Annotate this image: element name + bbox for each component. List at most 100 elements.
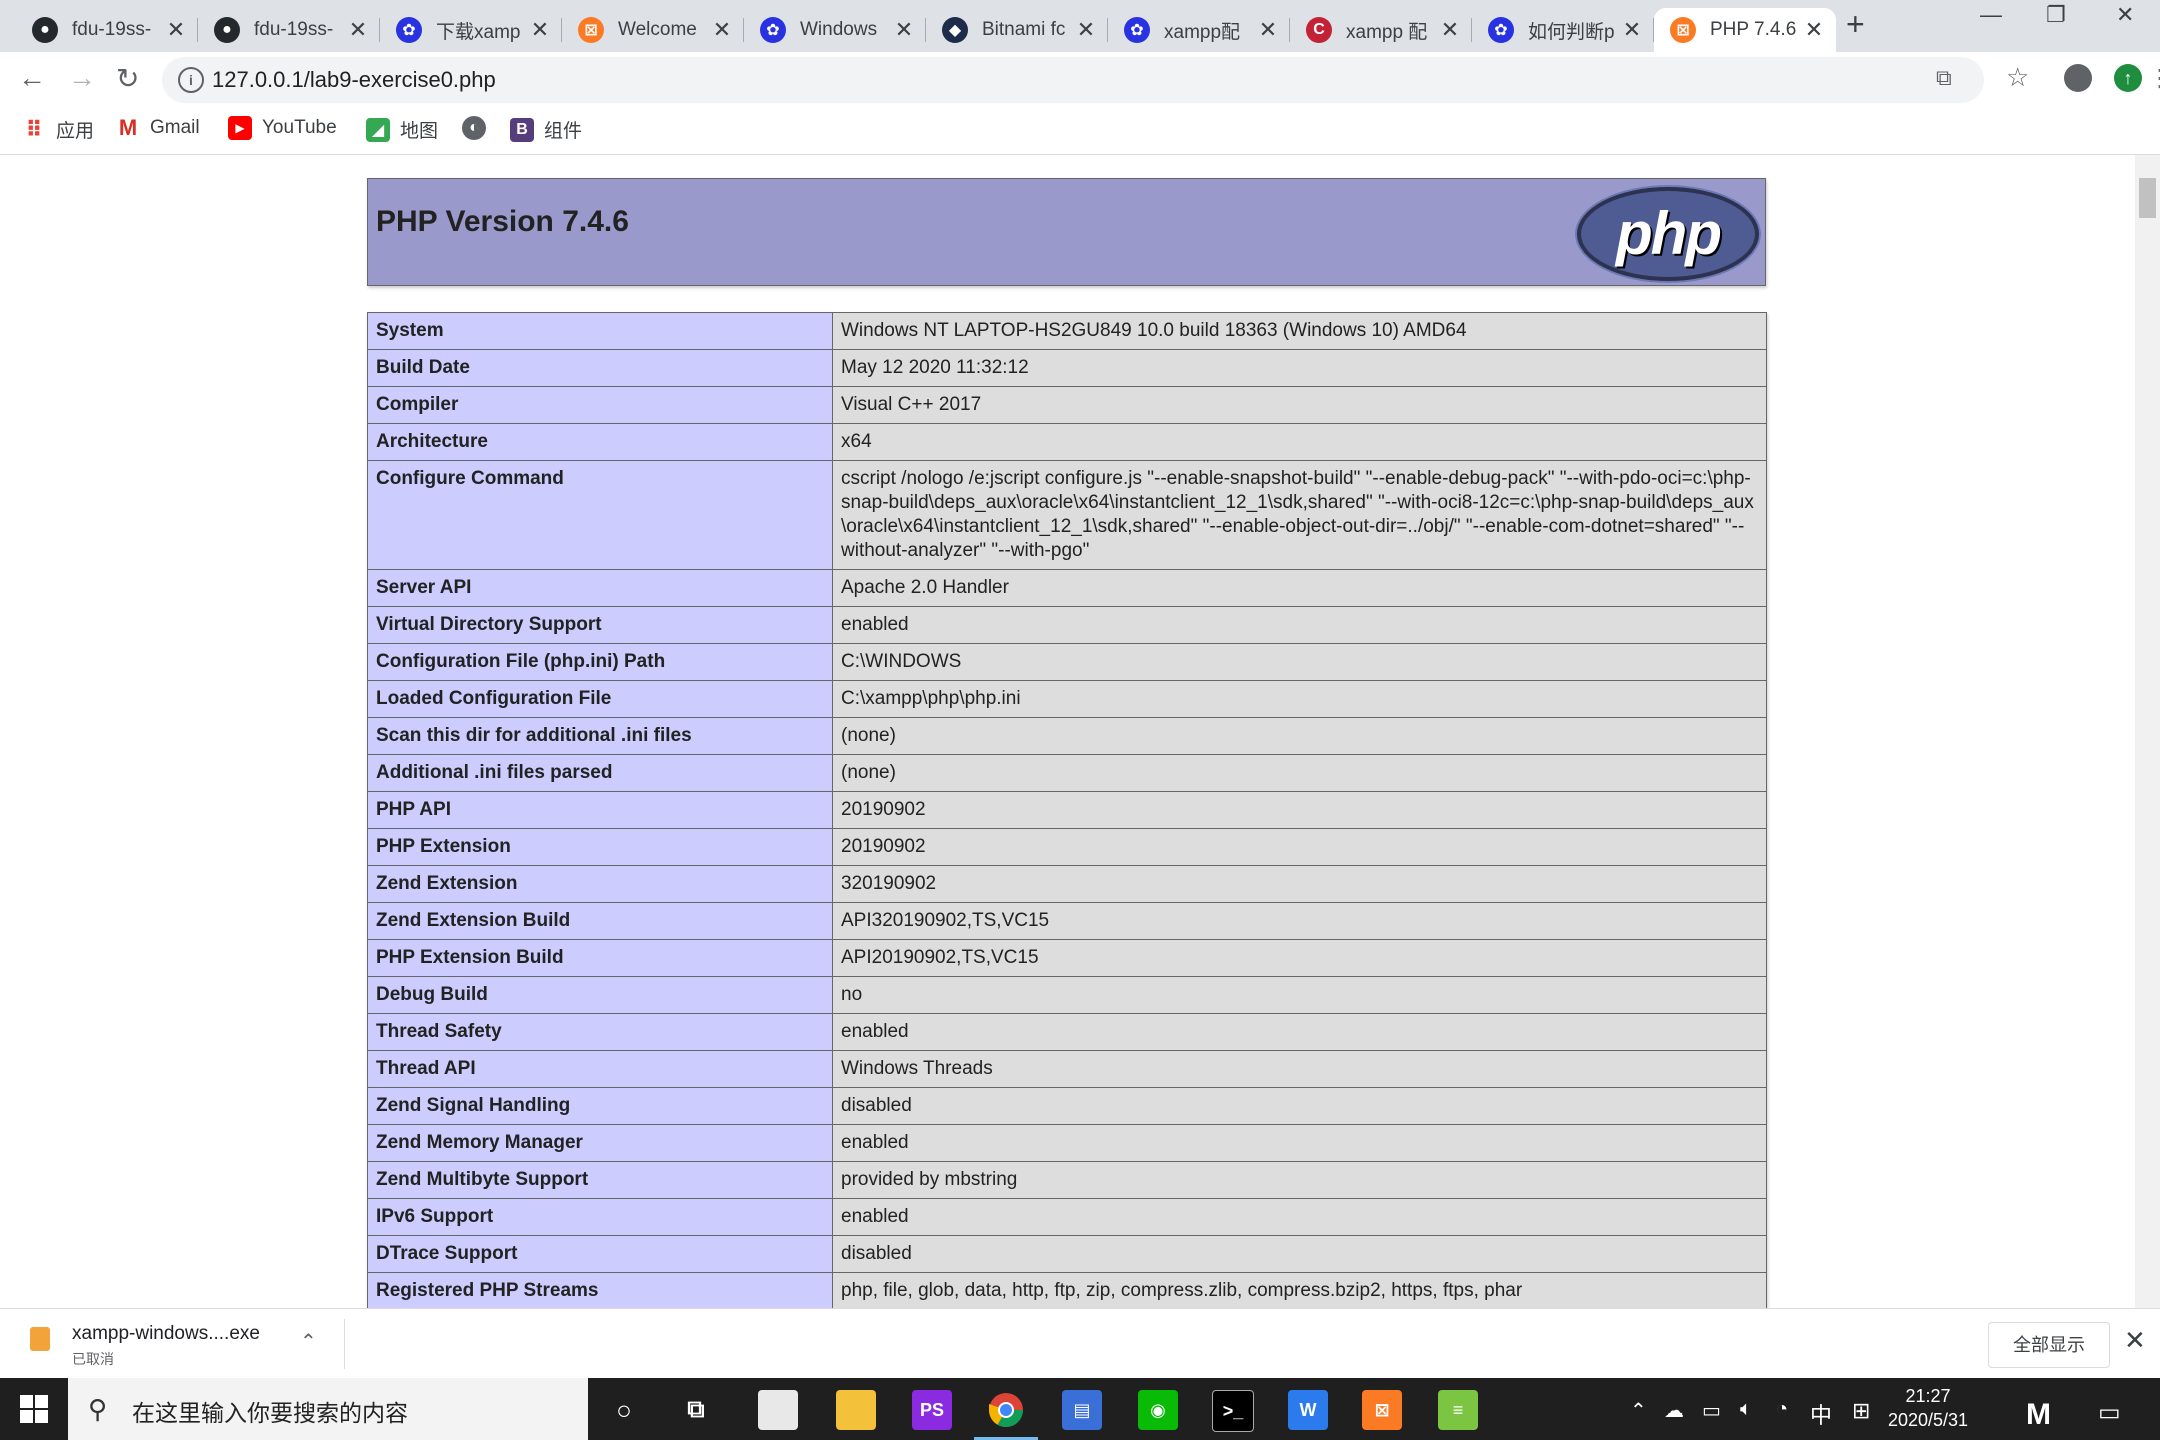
- translate-icon[interactable]: ⧉: [1936, 65, 1952, 91]
- scrollbar-thumb[interactable]: [2139, 178, 2156, 218]
- bookmark-components[interactable]: B 组件: [510, 116, 582, 143]
- close-tab-icon[interactable]: ✕: [710, 17, 734, 43]
- chrome-icon[interactable]: [974, 1390, 1038, 1440]
- wechat-icon[interactable]: ◉: [1138, 1390, 1178, 1430]
- ime-mode-icon[interactable]: ⊞: [1852, 1398, 1870, 1424]
- php-logo[interactable]: php: [1577, 187, 1759, 281]
- setting-name: Server API: [367, 569, 833, 607]
- wifi-icon[interactable]: ◔: [1776, 1398, 1788, 1421]
- ime-indicator[interactable]: 中: [1810, 1398, 1832, 1430]
- volume-icon[interactable]: 🔈︎: [1740, 1398, 1752, 1421]
- setting-value: API20190902,TS,VC15: [832, 939, 1767, 977]
- notification-center-icon[interactable]: ▭: [2098, 1398, 2121, 1427]
- close-tab-icon[interactable]: ✕: [1438, 17, 1462, 43]
- windows-start-icon[interactable]: [20, 1395, 48, 1428]
- browser-toolbar: ← → ↻ i 127.0.0.1/lab9-exercise0.php ⧉ ☆…: [0, 52, 2160, 110]
- vertical-scrollbar[interactable]: [2135, 155, 2160, 1308]
- tab-title: PHP 7.4.6: [1710, 19, 1797, 40]
- phpstorm-icon[interactable]: PS: [912, 1390, 952, 1430]
- bookmark-gmail[interactable]: M Gmail: [116, 115, 200, 140]
- app-blank-icon[interactable]: [758, 1390, 798, 1430]
- file-explorer-icon[interactable]: [836, 1390, 876, 1430]
- globe-icon: ◐: [462, 116, 486, 140]
- table-row: Zend Extension Build API320190902,TS,VC15: [367, 902, 1767, 940]
- minimize-icon[interactable]: —: [1980, 2, 2002, 28]
- url-text[interactable]: 127.0.0.1/lab9-exercise0.php: [212, 67, 496, 93]
- browser-tab[interactable]: ◆ Bitnami fc ✕: [926, 8, 1108, 52]
- window-close-icon[interactable]: ✕: [2116, 2, 2134, 28]
- browser-tab[interactable]: ✿ xampp配 ✕: [1108, 8, 1290, 52]
- onedrive-icon[interactable]: ☁: [1664, 1398, 1684, 1423]
- close-tab-icon[interactable]: ✕: [1620, 17, 1644, 43]
- setting-name: Configuration File (php.ini) Path: [367, 643, 833, 681]
- close-tab-icon[interactable]: ✕: [164, 17, 188, 43]
- setting-name: Zend Multibyte Support: [367, 1161, 833, 1199]
- winrar-icon[interactable]: ▤: [1062, 1390, 1102, 1430]
- table-row: Thread API Windows Threads: [367, 1050, 1767, 1088]
- xampp-icon[interactable]: ⊠: [1362, 1390, 1402, 1430]
- wps-icon[interactable]: W: [1288, 1390, 1328, 1430]
- chevron-up-icon[interactable]: ⌃: [300, 1329, 317, 1354]
- task-view-icon[interactable]: ⧉: [676, 1390, 716, 1430]
- setting-name: Architecture: [367, 423, 833, 461]
- baidu-paw-icon: ✿: [1124, 17, 1150, 43]
- setting-value: API320190902,TS,VC15: [832, 902, 1767, 940]
- close-tab-icon[interactable]: ✕: [1074, 17, 1098, 43]
- setting-name: DTrace Support: [367, 1235, 833, 1273]
- setting-value: enabled: [832, 1124, 1767, 1162]
- download-file-icon[interactable]: [30, 1327, 50, 1351]
- table-row: Zend Memory Manager enabled: [367, 1124, 1767, 1162]
- close-tab-icon[interactable]: ✕: [528, 17, 552, 43]
- bookmark-globe[interactable]: ◐: [462, 116, 496, 140]
- setting-name: Zend Memory Manager: [367, 1124, 833, 1162]
- new-tab-button[interactable]: +: [1846, 6, 1865, 43]
- profile-avatar-icon[interactable]: [2064, 64, 2092, 92]
- table-row: DTrace Support disabled: [367, 1235, 1767, 1273]
- php-info-table: System Windows NT LAPTOP-HS2GU849 10.0 bu…: [367, 312, 1767, 1308]
- close-tab-icon[interactable]: ✕: [1256, 17, 1280, 43]
- terminal-icon[interactable]: >_: [1212, 1390, 1254, 1432]
- cortana-icon[interactable]: ○: [604, 1390, 644, 1430]
- browser-tab[interactable]: ⊠ Welcome ✕: [562, 8, 744, 52]
- reload-icon[interactable]: ↻: [116, 62, 139, 95]
- table-row: Additional .ini files parsed (none): [367, 754, 1767, 792]
- update-arrow-icon[interactable]: ↑: [2114, 64, 2142, 92]
- close-tab-icon[interactable]: ✕: [346, 17, 370, 43]
- setting-name: System: [367, 312, 833, 350]
- bookmark-star-icon[interactable]: ☆: [2006, 62, 2029, 93]
- show-all-button[interactable]: 全部显示: [1988, 1322, 2110, 1368]
- battery-icon[interactable]: ▭: [1702, 1398, 1721, 1423]
- back-icon[interactable]: ←: [18, 62, 46, 94]
- close-tab-icon[interactable]: ✕: [892, 17, 916, 43]
- address-bar[interactable]: i 127.0.0.1/lab9-exercise0.php ⧉: [162, 57, 1984, 103]
- setting-name: Zend Extension Build: [367, 902, 833, 940]
- bookmark-youtube[interactable]: ▶ YouTube: [228, 116, 337, 140]
- browser-tab[interactable]: ⊠ PHP 7.4.6 ✕: [1654, 8, 1836, 52]
- forward-icon[interactable]: →: [68, 62, 96, 94]
- browser-tab[interactable]: ✿ 如何判断p ✕: [1472, 8, 1654, 52]
- table-row: Scan this dir for additional .ini files(…: [367, 717, 1767, 755]
- close-tab-icon[interactable]: ✕: [1802, 17, 1826, 43]
- bookmarks-bar: ⠿ 应用 M Gmail ▶ YouTube ◢ 地图 ◐ B 组件: [0, 110, 2160, 155]
- chevron-up-tray-icon[interactable]: ⌃: [1630, 1398, 1647, 1423]
- m-app-icon[interactable]: M: [2026, 1398, 2051, 1432]
- close-downloads-icon[interactable]: ✕: [2124, 1325, 2146, 1356]
- browser-tab[interactable]: ● fdu-19ss- ✕: [16, 8, 198, 52]
- table-row: Configure Command cscript /nologo /e:jscr…: [367, 460, 1767, 570]
- download-filename[interactable]: xampp-windows....exe: [72, 1323, 260, 1345]
- setting-name: Build Date: [367, 349, 833, 387]
- browser-tab[interactable]: ✿ 下载xamp ✕: [380, 8, 562, 52]
- baidu-paw-icon: ✿: [1488, 17, 1514, 43]
- browser-tab[interactable]: Cxampp 配 ✕: [1290, 8, 1472, 52]
- setting-value: enabled: [832, 1198, 1767, 1236]
- bookmark-apps[interactable]: ⠿ 应用: [22, 116, 94, 143]
- browser-tab[interactable]: ● fdu-19ss- ✕: [198, 8, 380, 52]
- restore-icon[interactable]: ❐: [2046, 2, 2066, 28]
- menu-kebab-icon[interactable]: ⋮: [2148, 64, 2160, 93]
- browser-tab[interactable]: ✿ Windows ✕: [744, 8, 926, 52]
- system-clock[interactable]: 21:27 2020/5/31: [1878, 1384, 1978, 1432]
- site-info-icon[interactable]: i: [178, 67, 204, 93]
- bookmark-maps[interactable]: ◢ 地图: [366, 116, 438, 143]
- taskbar-search-box[interactable]: ⚲ 在这里输入你要搜索的内容: [68, 1378, 588, 1440]
- notepad-icon[interactable]: ≡: [1438, 1390, 1478, 1430]
